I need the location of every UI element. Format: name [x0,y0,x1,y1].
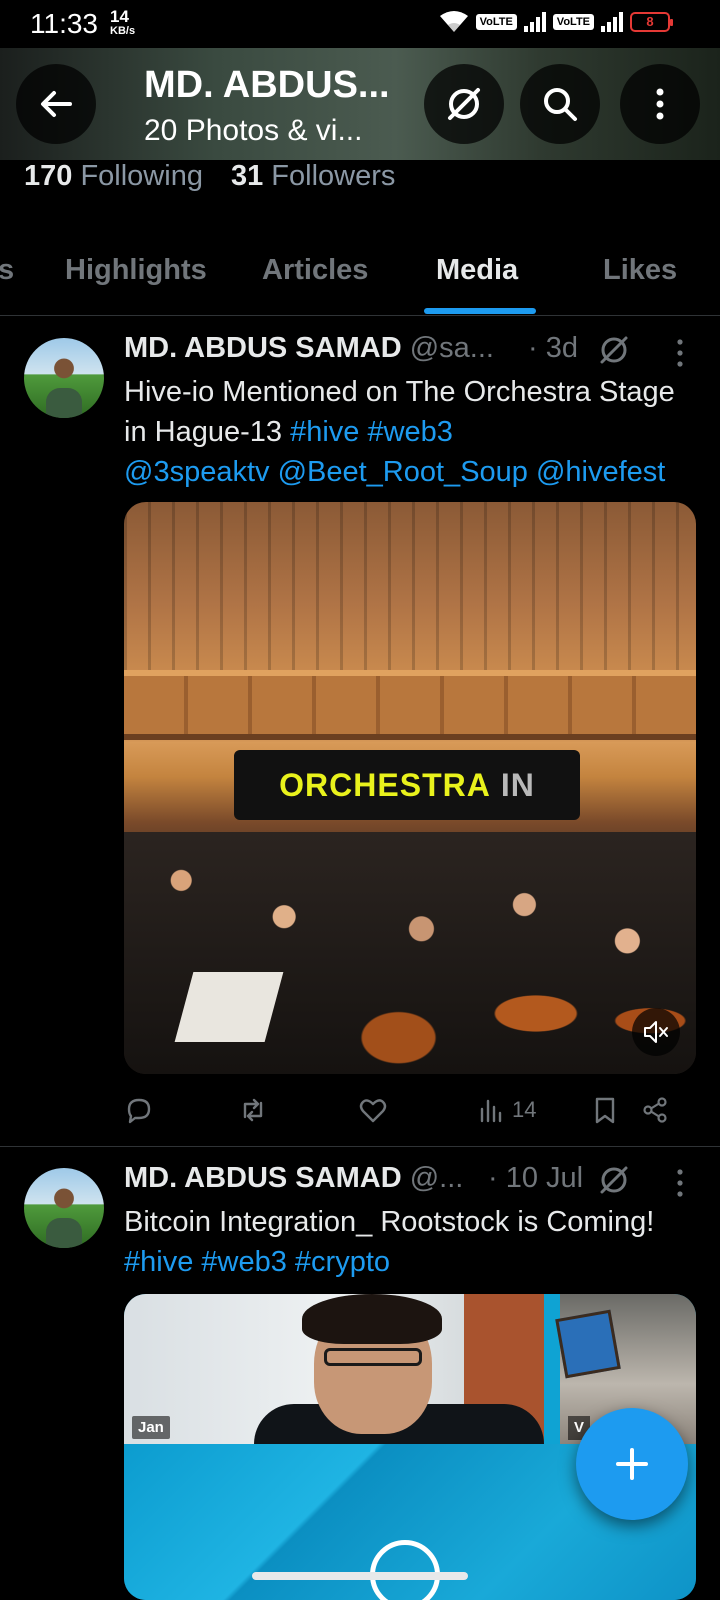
grok-icon [448,88,480,120]
tab-partial[interactable]: s [0,254,14,287]
wifi-icon [439,11,468,32]
status-time: 11:33 [30,8,98,39]
speed-unit: KB/s [110,25,136,37]
page-title: MD. ABDUS... [144,64,390,106]
mention-link[interactable]: @hivefest [536,456,665,488]
reply-icon [127,1098,151,1124]
share-button[interactable] [640,1092,670,1128]
like-icon [359,1099,387,1123]
tab-articles[interactable]: Articles [262,254,368,287]
caption-dim: IN [500,766,535,803]
more-options-button[interactable] [620,64,700,144]
hashtag-link[interactable]: #hive [124,1246,193,1278]
post-text: Hive-io Mentioned on The Orchestra Stage… [124,372,704,492]
signal-icon-1 [523,12,546,32]
profile-tabs: s Highlights Articles Media Likes [0,240,720,316]
like-button[interactable] [358,1092,388,1128]
author-name[interactable]: MD. ABDUS SAMAD [124,332,402,364]
signal-icon-2 [601,12,623,32]
post-time[interactable]: · 3d [528,332,578,365]
post-header: MD. ABDUS SAMAD @... [124,1162,463,1195]
views-count: 14 [512,1097,537,1122]
author-name[interactable]: MD. ABDUS SAMAD [124,1162,402,1194]
video-person-hair [302,1294,442,1344]
grok-icon[interactable] [598,1164,630,1196]
avatar[interactable] [24,1168,104,1248]
following-count: 170 [24,160,73,192]
bookmark-button[interactable] [590,1092,620,1128]
followers-label: Followers [271,160,396,192]
gesture-navigation-bar[interactable] [252,1572,468,1580]
post-video[interactable]: ORCHESTRA IN [124,502,696,1074]
followers-count: 31 [230,160,264,192]
share-icon [643,1097,667,1123]
views-button[interactable]: 14 [476,1092,536,1128]
hashtag-link[interactable]: #hive [290,416,359,448]
grok-icon[interactable] [598,334,630,366]
post-body: Bitcoin Integration_ Rootstock is Coming… [124,1206,655,1238]
tab-highlights[interactable]: Highlights [65,254,207,287]
followers-link[interactable]: 31 Followers [231,160,395,192]
battery-icon: 8 [630,12,673,32]
following-label: Following [80,160,203,192]
status-bar: 11:33 14 KB/s VoLTE VoLTE 8 [0,0,720,48]
hashtag-link[interactable]: #crypto [295,1246,390,1278]
active-tab-indicator [424,308,536,314]
caption-main: ORCHESTRA [279,766,491,803]
page-subtitle: 20 Photos & vi... [144,114,363,147]
author-handle[interactable]: @... [410,1162,464,1194]
volte-badge-1: VoLTE [475,14,517,30]
tab-likes[interactable]: Likes [603,254,677,287]
post-header: MD. ABDUS SAMAD @sa... [124,332,494,365]
post-divider [0,1146,720,1147]
back-button[interactable] [16,64,96,144]
volte-badge-2: VoLTE [552,14,594,30]
status-icons: VoLTE VoLTE 8 [439,10,673,34]
participant-name-label: Jan [132,1416,170,1439]
more-vertical-icon[interactable] [675,338,685,368]
video-person-glasses [324,1348,422,1366]
views-icon [480,1099,502,1123]
post-text: Bitcoin Integration_ Rootstock is Coming… [124,1202,714,1282]
more-vertical-icon[interactable] [675,1168,685,1198]
profile-header: MD. ABDUS... 20 Photos & vi... [0,48,720,160]
mute-button[interactable] [632,1008,680,1056]
video-wall-frame [555,1309,621,1379]
mute-icon [644,1021,668,1043]
sheet-music [174,972,284,1042]
repost-button[interactable] [238,1092,268,1128]
back-arrow-icon [41,91,72,117]
reply-button[interactable] [124,1092,154,1128]
hall-wall [124,502,696,672]
follow-stats: 170 Following 31 Followers [24,160,395,193]
mention-link[interactable]: @3speaktv [124,456,270,488]
mention-link[interactable]: @Beet_Root_Soup [278,456,528,488]
search-button[interactable] [520,64,600,144]
compose-post-button[interactable] [576,1408,688,1520]
hashtag-link[interactable]: #web3 [367,416,452,448]
video-caption-banner: ORCHESTRA IN [234,750,580,820]
hall-balcony [124,670,696,740]
repost-icon [243,1098,263,1122]
post-time[interactable]: · 10 Jul [488,1162,583,1195]
author-handle[interactable]: @sa... [410,332,494,364]
tab-media[interactable]: Media [436,254,518,287]
post-actions: 14 [124,1092,684,1132]
bookmark-icon [595,1097,615,1124]
following-link[interactable]: 170 Following [24,160,203,192]
grok-button[interactable] [424,64,504,144]
avatar[interactable] [24,338,104,418]
more-vertical-icon [656,88,664,120]
hashtag-link[interactable]: #web3 [201,1246,286,1278]
network-speed: 14 KB/s [110,8,136,39]
search-icon [544,88,577,121]
plus-icon [616,1448,648,1480]
